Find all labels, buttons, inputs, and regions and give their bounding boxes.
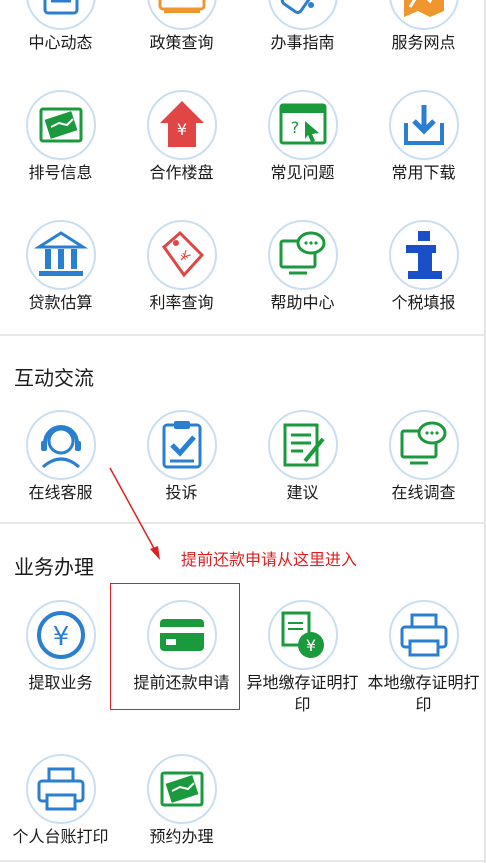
svg-text:¥: ¥: [306, 636, 316, 655]
section-divider: [0, 334, 484, 336]
grid-item-label: 本地缴存证明打印: [367, 673, 480, 714]
grid-item-label: 排号信息: [28, 163, 93, 182]
grid-item-online-survey[interactable]: 在线调查: [363, 410, 484, 510]
grid-item-label: 建议: [286, 483, 319, 502]
grid-item-local-deposit-proof[interactable]: 本地缴存证明打印: [363, 600, 484, 714]
grid-item-label: 贷款估算: [28, 293, 93, 312]
grid-item-loan-estimate[interactable]: 贷款估算: [0, 220, 121, 320]
grid-item-policy-query[interactable]: 政策查询: [121, 0, 242, 60]
grid-item-label: 在线调查: [391, 483, 456, 502]
price-tag-icon: ¥: [147, 220, 217, 290]
section-title-interaction: 互动交流: [14, 366, 94, 390]
suggestion-doc-icon: [268, 410, 338, 480]
faq-icon: ?: [268, 90, 338, 160]
grid-item-label: 常用下载: [391, 163, 456, 182]
map-icon: [389, 0, 459, 30]
grid-item-personal-ledger-print[interactable]: 个人台账打印: [0, 754, 121, 854]
service-menu-page: 中心动态 政策查询 办事指南 服务网点 排号信息 ¥ 合作楼盘 ? 常见问题 常…: [0, 0, 486, 863]
grid-item-label: 在线客服: [28, 483, 93, 502]
grid-item-common-downloads[interactable]: 常用下载: [363, 90, 484, 190]
section-divider: [0, 522, 484, 524]
doc-yuan-icon: ¥: [268, 600, 338, 670]
grid-item-complaint[interactable]: 投诉: [121, 410, 242, 510]
grid-item-label: 异地缴存证明打印: [246, 673, 359, 714]
help-chat-icon: [268, 220, 338, 290]
grid-item-label: 政策查询: [149, 33, 214, 52]
grid-item-queue-info[interactable]: 排号信息: [0, 90, 121, 190]
grid-item-suggestion[interactable]: 建议: [242, 410, 363, 510]
annotation-highlight-box: [110, 583, 240, 710]
printer-icon: [389, 600, 459, 670]
grid-item-label: 利率查询: [149, 293, 214, 312]
grid-item-service-guide[interactable]: 办事指南: [242, 0, 363, 60]
grid-item-appointment[interactable]: 预约办理: [121, 754, 242, 854]
grid-item-remote-deposit-proof[interactable]: ¥ 异地缴存证明打印: [242, 600, 363, 714]
yuan-coin-icon: ¥: [26, 600, 96, 670]
grid-item-label: 中心动态: [28, 33, 93, 52]
grid-item-label: 帮助中心: [270, 293, 335, 312]
annotation-text: 提前还款申请从这里进入: [181, 550, 358, 569]
info-icon: [389, 220, 459, 290]
grid-item-label: 办事指南: [270, 33, 335, 52]
grid-item-label: 合作楼盘: [149, 163, 214, 182]
grid-item-income-tax[interactable]: 个税填报: [363, 220, 484, 320]
section-title-business: 业务办理: [14, 555, 94, 579]
grid-item-faq[interactable]: ? 常见问题: [242, 90, 363, 190]
grid-item-center-news[interactable]: 中心动态: [0, 0, 121, 60]
svg-text:¥: ¥: [53, 622, 70, 652]
grid-item-service-outlets[interactable]: 服务网点: [363, 0, 484, 60]
grid-item-partner-estates[interactable]: ¥ 合作楼盘: [121, 90, 242, 190]
section-divider: [0, 860, 484, 862]
grid-item-withdrawal[interactable]: ¥ 提取业务: [0, 600, 121, 700]
policy-icon: [147, 0, 217, 30]
grid-item-label: 服务网点: [391, 33, 456, 52]
svg-text:¥: ¥: [177, 120, 187, 139]
headset-icon: [26, 410, 96, 480]
appointment-icon: [147, 754, 217, 824]
svg-text:?: ?: [291, 118, 300, 137]
building-yuan-icon: ¥: [147, 90, 217, 160]
grid-item-label: 个人台账打印: [12, 827, 109, 846]
grid-item-label: 个税填报: [391, 293, 456, 312]
grid-item-label: 常见问题: [270, 163, 335, 182]
survey-chat-icon: [389, 410, 459, 480]
news-icon: [26, 0, 96, 30]
printer-icon: [26, 754, 96, 824]
complaint-clipboard-icon: [147, 410, 217, 480]
grid-item-label: 投诉: [165, 483, 198, 502]
grid-item-label: 提取业务: [28, 673, 93, 692]
guide-icon: [268, 0, 338, 30]
download-icon: [389, 90, 459, 160]
bank-icon: [26, 220, 96, 290]
grid-item-label: 预约办理: [149, 827, 214, 846]
grid-item-online-service[interactable]: 在线客服: [0, 410, 121, 510]
queue-ticket-icon: [26, 90, 96, 160]
grid-item-help-center[interactable]: 帮助中心: [242, 220, 363, 320]
grid-item-rate-query[interactable]: ¥ 利率查询: [121, 220, 242, 320]
